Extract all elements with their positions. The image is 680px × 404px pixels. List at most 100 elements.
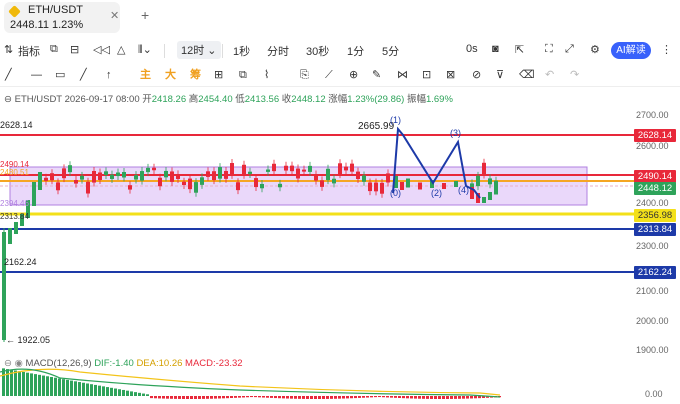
candle-body: [380, 182, 384, 194]
macd-bar: [478, 396, 481, 399]
macd-bar: [442, 396, 445, 399]
macd-bar: [46, 376, 49, 396]
macd-bar: [406, 396, 409, 399]
drawing-icon[interactable]: △: [117, 43, 125, 56]
macd-collapse-icon[interactable]: ⊖: [4, 358, 12, 369]
interval-1s[interactable]: 1秒: [233, 43, 250, 59]
tool-zhu[interactable]: 主: [140, 68, 151, 82]
lock-icon[interactable]: ⊡: [422, 68, 431, 82]
redo-icon[interactable]: ↷: [570, 68, 579, 82]
share-icon[interactable]: ⇱: [515, 43, 524, 56]
macd-bar: [318, 396, 321, 399]
zoom-icon[interactable]: ⊕: [349, 68, 358, 82]
more-icon[interactable]: ⋮: [661, 43, 672, 56]
ruler-icon[interactable]: ⟋: [325, 68, 333, 82]
candle-body: [482, 197, 486, 203]
interval-select[interactable]: 12时 ⌄: [177, 41, 221, 59]
macd-bar: [242, 396, 245, 398]
price-badge-2162: 2162.24: [634, 266, 676, 279]
interval-1m[interactable]: 1分: [347, 43, 364, 59]
candle-body: [494, 185, 498, 195]
candle-body: [326, 168, 330, 181]
macd-dea: DEA:10.26: [136, 358, 183, 369]
candle-body: [356, 171, 360, 179]
filter-icon[interactable]: ⊽: [496, 68, 504, 82]
macd-bar: [270, 396, 273, 398]
replay-zero-s[interactable]: 0s: [466, 43, 478, 55]
tool-da[interactable]: 大: [165, 68, 176, 82]
price-badge-2313: 2313.84: [634, 223, 676, 236]
delete-icon[interactable]: ⊠: [446, 68, 455, 82]
candle-body: [104, 171, 108, 176]
candle-body: [254, 178, 258, 188]
tool-chou[interactable]: 筹: [190, 68, 201, 82]
settings-icon[interactable]: ⚙: [590, 43, 600, 56]
brush-icon[interactable]: ⌇: [264, 68, 269, 82]
macd-bar: [170, 396, 173, 399]
indicators-button[interactable]: 指标: [18, 43, 40, 59]
wave-label-3: (3): [450, 128, 461, 138]
candle-body: [338, 163, 342, 175]
trendline-icon[interactable]: ╱: [5, 68, 12, 82]
indicators-icon[interactable]: ⇅: [4, 43, 13, 56]
macd-bar: [378, 396, 381, 398]
candle-body: [176, 174, 180, 179]
macd-bar: [154, 396, 157, 399]
pattern-icon[interactable]: ⧉: [239, 68, 247, 82]
level-label-2313: 2313.84: [0, 212, 29, 221]
trash-icon[interactable]: ⌫: [519, 68, 535, 82]
macd-bar: [174, 396, 177, 399]
price-badge-current: 2448.12: [634, 182, 676, 195]
drawing-toolbar: ╱ — ▭ ╱ ↑ 主 大 筹 ⊞ ⧉ ⌇ ⎘ ⟋ ⊕ ✎ ⋈ ⊡ ⊠ ⊘ ⊽ …: [0, 66, 680, 86]
candle-body: [110, 174, 114, 179]
macd-bar: [182, 396, 185, 399]
horizontal-line-icon[interactable]: —: [31, 68, 42, 82]
macd-bar: [282, 396, 285, 399]
expand-icon[interactable]: ⤢: [565, 43, 574, 56]
macd-bar: [278, 396, 281, 399]
pen-icon[interactable]: ✎: [372, 68, 381, 82]
macd-bar: [234, 396, 237, 398]
macd-visibility-icon[interactable]: ◉: [15, 358, 23, 369]
wave-label-0: (0): [390, 188, 401, 198]
magnet-icon[interactable]: ⋈: [397, 68, 408, 82]
ai-interpret-button[interactable]: AI解读: [611, 42, 651, 59]
axis-tick: 2400.00: [636, 198, 669, 208]
axis-tick: 2700.00: [636, 110, 669, 120]
macd-bar: [334, 396, 337, 399]
macd-bar: [78, 382, 81, 396]
macd-bar: [370, 396, 373, 398]
macd-bar: [230, 396, 233, 399]
macd-bar: [426, 396, 429, 399]
macd-bar: [114, 388, 117, 396]
macd-bar: [250, 396, 253, 398]
chart-type-icon[interactable]: ⫴⌄: [138, 43, 152, 57]
macd-bar: [90, 384, 93, 396]
macd-bar: [394, 396, 397, 398]
fullscreen-icon[interactable]: ⛶: [545, 43, 553, 56]
link-icon[interactable]: ⊘: [472, 68, 481, 82]
level-label-2480: 2480.51: [0, 168, 29, 177]
level-label-2628: 2628.14: [0, 120, 33, 130]
candle-body: [362, 175, 366, 182]
undo-icon[interactable]: ↶: [545, 68, 554, 82]
macd-bar: [354, 396, 357, 399]
close-icon[interactable]: ✕: [110, 9, 119, 22]
interval-5m[interactable]: 5分: [382, 43, 399, 59]
arrow-icon[interactable]: ↑: [106, 68, 112, 82]
symbol-tab[interactable]: ETH/USDT 2448.11 1.23% ✕: [4, 2, 120, 33]
candle-body: [128, 185, 132, 190]
clipboard-icon[interactable]: ⎘: [300, 68, 309, 82]
macd-bar: [374, 396, 377, 398]
rectangle-icon[interactable]: ▭: [55, 68, 65, 82]
interval-30s[interactable]: 30秒: [306, 43, 329, 59]
layout-icon[interactable]: ⊟: [70, 43, 79, 56]
add-tab-icon[interactable]: +: [141, 7, 149, 23]
macd-bar: [178, 396, 181, 399]
camera-icon[interactable]: ◙: [492, 43, 499, 55]
interval-timeshare[interactable]: 分时: [267, 43, 289, 59]
ray-icon[interactable]: ╱: [80, 68, 87, 82]
rewind-icon[interactable]: ◁◁: [93, 43, 110, 56]
fib-icon[interactable]: ⊞: [214, 68, 223, 82]
screenshot-icon[interactable]: ⧉: [50, 43, 58, 56]
